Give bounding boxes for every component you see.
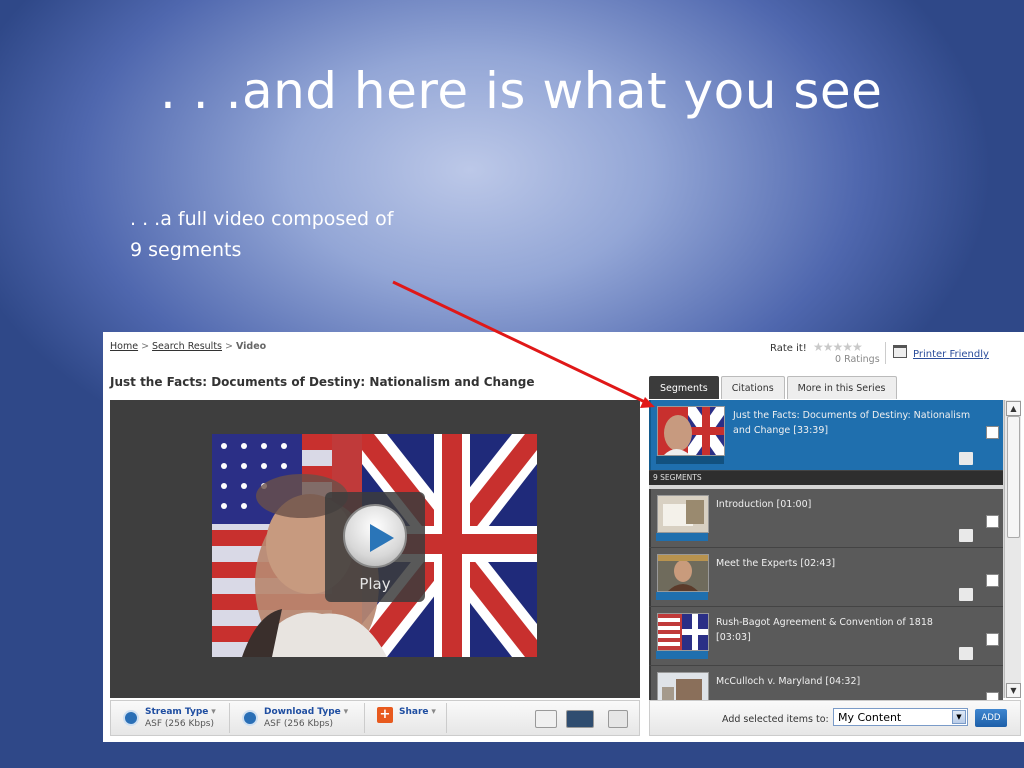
segment-thumb-play-bar: [656, 533, 708, 541]
download-icon[interactable]: [959, 452, 973, 465]
segments-count-header: 9 SEGMENTS: [649, 471, 1003, 485]
scroll-thumb[interactable]: [1007, 416, 1020, 538]
video-player[interactable]: Play: [110, 400, 640, 698]
printer-friendly-link[interactable]: Printer Friendly: [893, 345, 989, 360]
screen-size-icon[interactable]: [566, 710, 594, 728]
segment-title: Introduction [01:00]: [716, 499, 812, 510]
download-type-value: ASF (256 Kbps): [264, 719, 333, 729]
subtitle-line-1: . . .a full video composed of: [130, 208, 394, 230]
breadcrumb-search-results-link[interactable]: Search Results: [152, 341, 222, 352]
breadcrumb-current: Video: [235, 341, 267, 352]
segment-item[interactable]: Introduction [01:00]: [649, 489, 1003, 548]
download-icon[interactable]: [959, 647, 973, 660]
share-dropdown-icon: ▾: [431, 707, 436, 717]
subtitle-line-2: 9 segments: [130, 239, 242, 261]
tab-bar: Segments Citations More in this Series: [649, 376, 897, 399]
breadcrumb-home-link[interactable]: Home: [110, 341, 138, 352]
download-type-label: Download Type: [264, 707, 341, 717]
rating-widget: Rate it! ★★★★★: [770, 340, 863, 354]
breadcrumb-separator: >: [141, 341, 150, 352]
segment-thumb-play-bar: [656, 651, 708, 659]
breadcrumb-separator: >: [225, 341, 233, 352]
play-label: Play: [359, 575, 391, 593]
segment-checkbox[interactable]: [986, 426, 999, 439]
segment-item[interactable]: Rush-Bagot Agreement & Convention of 181…: [649, 607, 1003, 666]
segments-panel: Just the Facts: Documents of Destiny: Na…: [649, 400, 1021, 725]
destination-select[interactable]: My Content ▼: [833, 708, 968, 726]
stream-type-dropdown-icon: ▾: [211, 707, 216, 717]
share-plus-icon: +: [377, 707, 393, 723]
segment-thumbnail: [657, 495, 709, 533]
download-type-icon: [242, 710, 258, 726]
tab-segments[interactable]: Segments: [649, 376, 719, 399]
download-icon[interactable]: [959, 588, 973, 601]
ratings-count: 0 Ratings: [835, 354, 880, 365]
slide-subtitle: . . .a full video composed of 9 segments: [130, 204, 470, 266]
download-icon[interactable]: [959, 529, 973, 542]
download-type-menu[interactable]: Download Type ▾ ASF (256 Kbps): [264, 707, 348, 729]
fullscreen-icon[interactable]: [535, 710, 557, 728]
video-title: Just the Facts: Documents of Destiny: Na…: [110, 375, 535, 389]
rate-label: Rate it!: [770, 343, 807, 354]
play-icon: [343, 504, 407, 568]
printer-friendly-label: Printer Friendly: [913, 349, 989, 360]
segments-scrollbar[interactable]: ▲ ▼: [1004, 400, 1021, 698]
segment-checkbox[interactable]: [986, 633, 999, 646]
divider: [364, 703, 365, 733]
chevron-down-icon: ▼: [952, 710, 966, 724]
player-controls-bar: Stream Type ▾ ASF (256 Kbps) Download Ty…: [110, 700, 640, 736]
segment-title: Meet the Experts [02:43]: [716, 558, 836, 569]
segment-thumb-play-bar: [656, 456, 724, 464]
stream-type-label: Stream Type: [145, 707, 209, 717]
segment-title: McCulloch v. Maryland [04:32]: [716, 676, 861, 687]
breadcrumb: Home > Search Results > Video: [110, 341, 266, 352]
stream-type-value: ASF (256 Kbps): [145, 719, 214, 729]
tab-citations[interactable]: Citations: [720, 376, 785, 399]
destination-select-value: My Content: [838, 711, 902, 724]
share-label: Share: [399, 707, 429, 717]
download-type-dropdown-icon: ▾: [343, 707, 349, 717]
divider: [229, 703, 230, 733]
slide-title: . . .and here is what you see: [160, 62, 883, 120]
divider: [885, 342, 886, 364]
share-menu[interactable]: Share ▾: [399, 707, 436, 717]
segment-title: Rush-Bagot Agreement & Convention of 181…: [716, 617, 933, 643]
segment-thumbnail: [657, 406, 725, 456]
stream-type-icon: [123, 710, 139, 726]
segment-checkbox[interactable]: [986, 574, 999, 587]
segment-thumbnail: [657, 613, 709, 651]
video-page-screenshot: Home > Search Results > Video Just the Facts…: [103, 332, 1024, 742]
rating-stars[interactable]: ★★★★★: [813, 340, 863, 354]
closed-caption-icon[interactable]: [608, 710, 628, 728]
scroll-up-icon[interactable]: ▲: [1006, 401, 1021, 416]
add-button[interactable]: ADD: [975, 709, 1007, 727]
segment-thumb-play-bar: [656, 592, 708, 600]
add-to-bar: Add selected items to: My Content ▼ ADD: [649, 700, 1021, 736]
segment-full-video[interactable]: Just the Facts: Documents of Destiny: Na…: [649, 400, 1003, 471]
segment-item[interactable]: Meet the Experts [02:43]: [649, 548, 1003, 607]
scroll-down-icon[interactable]: ▼: [1006, 683, 1021, 698]
segment-checkbox[interactable]: [986, 515, 999, 528]
divider: [446, 703, 447, 733]
tab-more-in-series[interactable]: More in this Series: [786, 376, 897, 399]
add-selected-label: Add selected items to:: [722, 714, 829, 725]
segment-thumbnail: [657, 554, 709, 592]
printer-icon: [893, 345, 907, 358]
play-button[interactable]: Play: [325, 492, 425, 602]
stream-type-menu[interactable]: Stream Type ▾ ASF (256 Kbps): [145, 707, 216, 729]
segment-title: Just the Facts: Documents of Destiny: Na…: [733, 410, 971, 436]
